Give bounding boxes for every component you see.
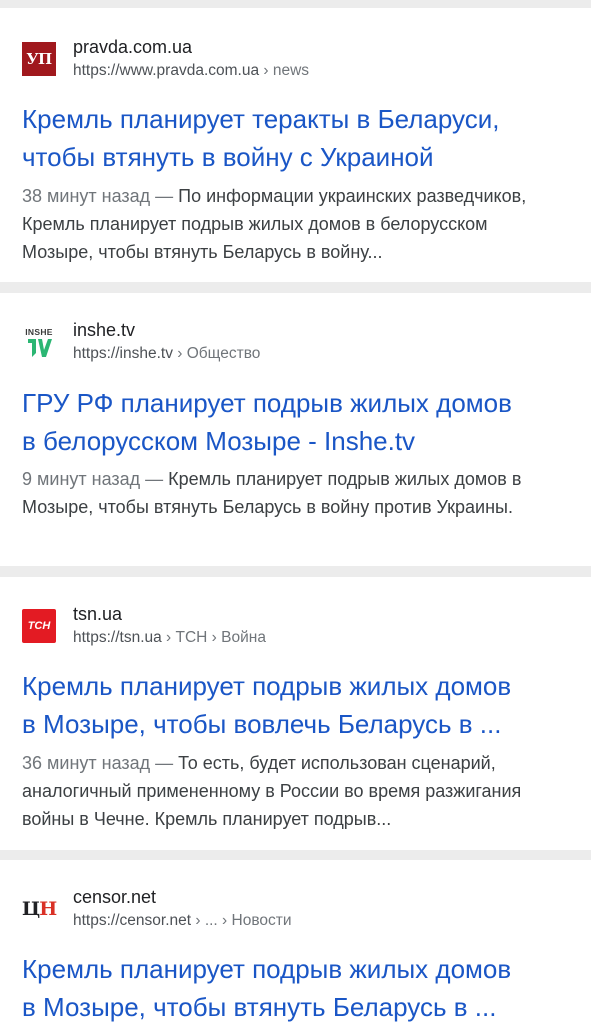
censor-net-logo-icon: ЦН: [21, 892, 57, 926]
favicon-letter: Н: [39, 898, 57, 920]
favicon-label: ТСН: [27, 620, 51, 632]
title-line: Кремль планирует подрыв жилых домов: [22, 671, 512, 701]
url-base: https://censor.net: [73, 912, 192, 929]
favicon-letter: Ц: [21, 898, 40, 920]
result-source[interactable]: УП pravda.com.ua https://www.pravda.com.…: [22, 34, 569, 84]
site-url: https://tsn.ua › ТСН › Война: [73, 627, 266, 649]
result-age: 9 минут назад —: [22, 469, 169, 489]
url-breadcrumb: › Общество: [172, 345, 261, 362]
site-url: https://www.pravda.com.ua › news: [73, 60, 309, 82]
url-base: https://www.pravda.com.ua: [73, 62, 260, 79]
inshe-logo-text: INSHE: [25, 327, 53, 337]
result-age: 38 минут назад —: [22, 186, 179, 206]
site-url: https://inshe.tv › Общество: [73, 343, 260, 365]
inshe-tv-logo-icon: INSHE: [22, 325, 56, 359]
search-results-list: УП pravda.com.ua https://www.pravda.com.…: [0, 0, 591, 1023]
result-snippet: 36 минут назад — То есть, будет использо…: [22, 749, 561, 833]
url-base: https://inshe.tv: [73, 345, 173, 362]
ukrainska-pravda-logo-icon: УП: [22, 42, 56, 76]
result-title-link[interactable]: Кремль планирует теракты в Беларуси, что…: [22, 100, 573, 176]
title-line: в белорусском Мозыре - Inshe.tv: [22, 426, 416, 456]
result-source[interactable]: ТСН tsn.ua https://tsn.ua › ТСН › Война: [22, 601, 569, 651]
site-name: censor.net: [73, 887, 157, 907]
title-line: чтобы втянуть в войну с Украиной: [22, 142, 434, 172]
result-age: 36 минут назад —: [22, 753, 179, 773]
url-breadcrumb: › news: [259, 62, 310, 79]
site-name: tsn.ua: [73, 604, 123, 624]
result-snippet: 38 минут назад — По информации украински…: [22, 182, 561, 266]
title-line: в Мозыре, чтобы вовлечь Беларусь в ...: [22, 709, 502, 739]
result-snippet: 9 минут назад — Кремль планирует подрыв …: [22, 465, 561, 521]
url-base: https://tsn.ua: [73, 629, 162, 646]
site-url: https://censor.net › ... › Новости: [73, 910, 292, 932]
source-text: censor.net https://censor.net › ... › Но…: [73, 886, 292, 932]
title-line: в Мозыре, чтобы втянуть Беларусь в ...: [22, 992, 497, 1022]
search-result-card: ЦН censor.net https://censor.net › ... ›…: [0, 860, 591, 1023]
site-name: inshe.tv: [73, 320, 136, 340]
search-result-card: ТСН tsn.ua https://tsn.ua › ТСН › Война …: [0, 577, 591, 850]
result-title-link[interactable]: Кремль планирует подрыв жилых домов в Мо…: [22, 667, 573, 743]
url-breadcrumb: › ... › Новости: [191, 912, 292, 929]
search-result-card: INSHE inshe.tv https://inshe.tv › Общест…: [0, 293, 591, 566]
result-source[interactable]: ЦН censor.net https://censor.net › ... ›…: [22, 884, 569, 934]
title-line: Кремль планирует подрыв жилых домов: [22, 954, 512, 984]
url-breadcrumb: › ТСН › Война: [161, 629, 266, 646]
title-line: Кремль планирует теракты в Беларуси,: [22, 104, 500, 134]
favicon-label: УП: [26, 50, 52, 68]
source-text: inshe.tv https://inshe.tv › Общество: [73, 319, 260, 365]
inshe-logo-graphic: INSHE: [23, 326, 55, 357]
search-result-card: УП pravda.com.ua https://www.pravda.com.…: [0, 8, 591, 282]
source-text: tsn.ua https://tsn.ua › ТСН › Война: [73, 603, 266, 649]
result-source[interactable]: INSHE inshe.tv https://inshe.tv › Общест…: [22, 317, 569, 367]
title-line: ГРУ РФ планирует подрыв жилых домов: [22, 388, 512, 418]
source-text: pravda.com.ua https://www.pravda.com.ua …: [73, 36, 309, 82]
result-title-link[interactable]: ГРУ РФ планирует подрыв жилых домов в бе…: [22, 384, 573, 460]
result-title-link[interactable]: Кремль планирует подрыв жилых домов в Мо…: [22, 950, 573, 1023]
tsn-logo-icon: ТСН: [22, 609, 56, 643]
site-name: pravda.com.ua: [73, 37, 193, 57]
